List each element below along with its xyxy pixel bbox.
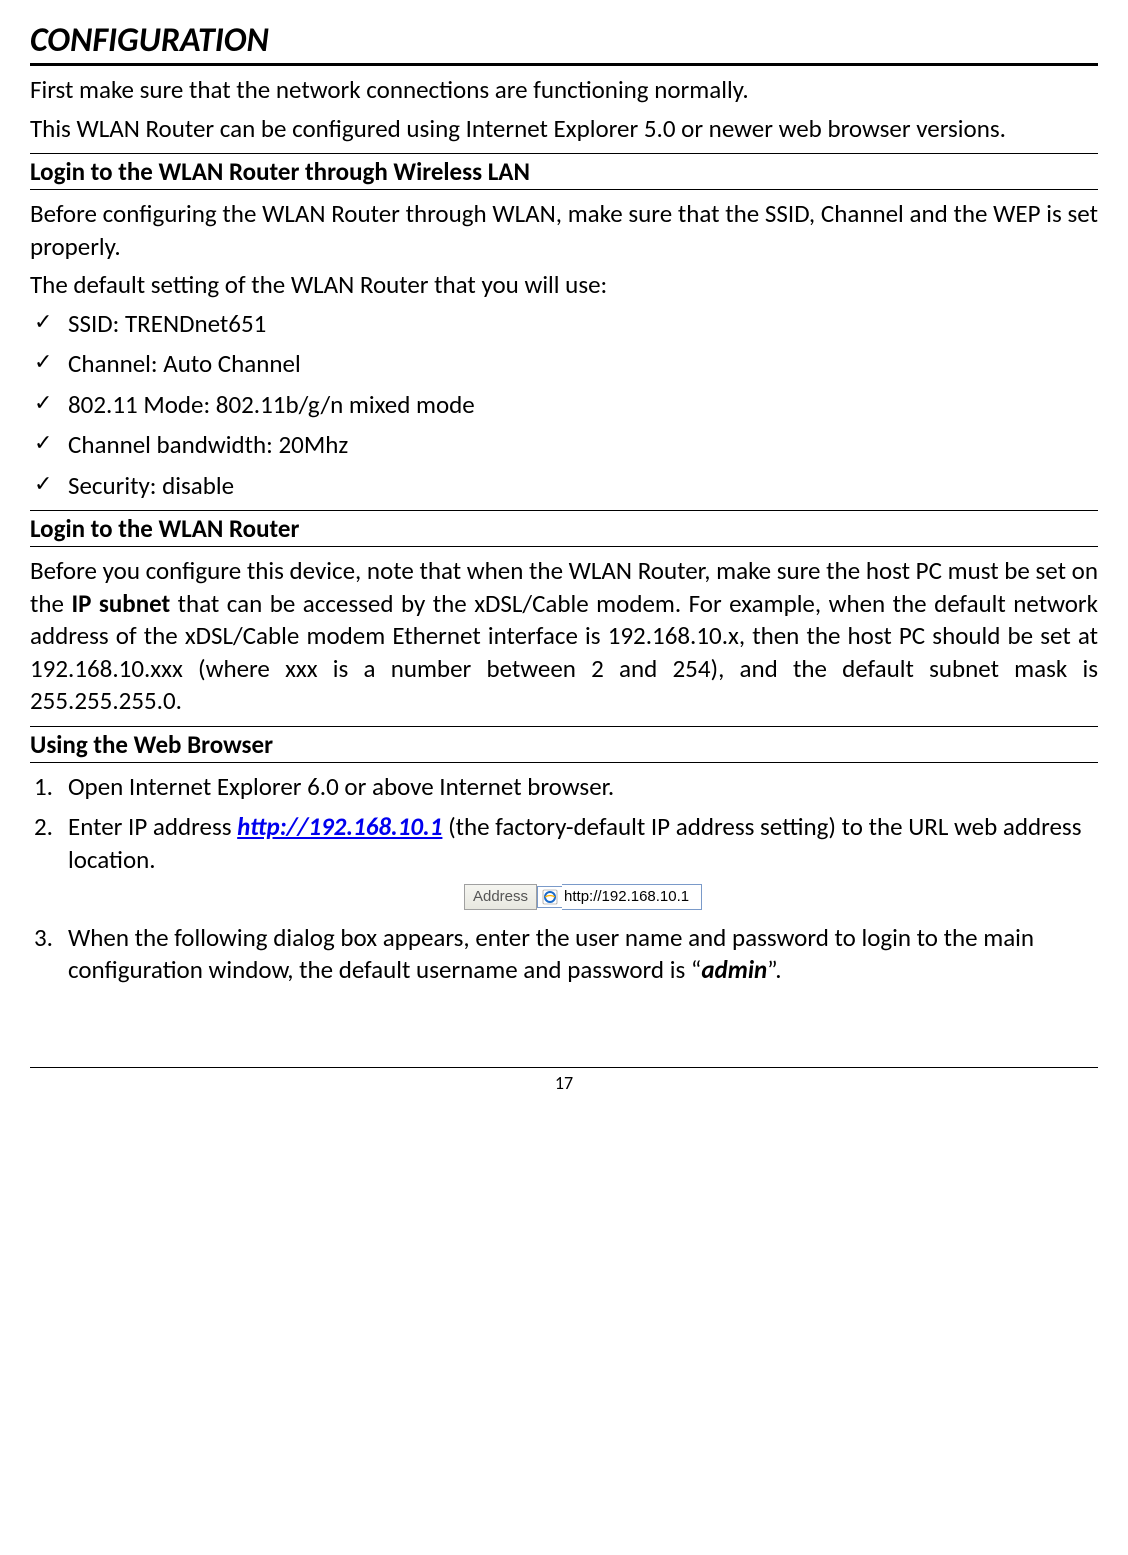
step-3-post: ”. bbox=[767, 954, 781, 985]
section-login-wlan: Login to the WLAN Router through Wireles… bbox=[30, 153, 1098, 502]
page-number: 17 bbox=[555, 1072, 573, 1094]
address-bar-image: Address http://192.168.10.1 bbox=[68, 884, 1098, 910]
ip-subnet-text-post: that can be accessed by the xDSL/Cable m… bbox=[30, 588, 1098, 717]
section-login-router: Login to the WLAN Router Before you conf… bbox=[30, 510, 1098, 718]
list-item: 802.11 Mode: 802.11b/g/n mixed mode bbox=[30, 389, 1098, 422]
step-3: When the following dialog box appears, e… bbox=[30, 922, 1098, 987]
ip-subnet-bold: IP subnet bbox=[71, 588, 170, 619]
address-bar: Address http://192.168.10.1 bbox=[464, 884, 702, 910]
list-item: Channel bandwidth: 20Mhz bbox=[30, 429, 1098, 462]
page-title: CONFIGURATION bbox=[30, 20, 1098, 66]
ip-subnet-paragraph: Before you configure this device, note t… bbox=[30, 555, 1098, 718]
page-footer: 17 bbox=[30, 1067, 1098, 1094]
list-item: Security: disable bbox=[30, 470, 1098, 503]
list-item: SSID: TRENDnet651 bbox=[30, 308, 1098, 341]
address-label: Address bbox=[464, 884, 537, 910]
section-heading-web-browser: Using the Web Browser bbox=[30, 729, 1098, 763]
address-url-text: http://192.168.10.1 bbox=[562, 884, 702, 910]
section-heading-login-router: Login to the WLAN Router bbox=[30, 513, 1098, 547]
list-item: Channel: Auto Channel bbox=[30, 348, 1098, 381]
section-heading-login-wlan: Login to the WLAN Router through Wireles… bbox=[30, 156, 1098, 190]
section-web-browser: Using the Web Browser Open Internet Expl… bbox=[30, 726, 1098, 987]
step-2-pre: Enter IP address bbox=[68, 811, 237, 842]
step-3-pre: When the following dialog box appears, e… bbox=[68, 922, 1034, 986]
intro-paragraph-2: This WLAN Router can be configured using… bbox=[30, 113, 1098, 146]
default-settings-list: SSID: TRENDnet651 Channel: Auto Channel … bbox=[30, 308, 1098, 503]
browser-steps-list: Open Internet Explorer 6.0 or above Inte… bbox=[30, 771, 1098, 987]
step-1: Open Internet Explorer 6.0 or above Inte… bbox=[30, 771, 1098, 804]
default-ip-link[interactable]: http://192.168.10.1 bbox=[237, 811, 442, 842]
wlan-defaults-intro: The default setting of the WLAN Router t… bbox=[30, 269, 1098, 302]
wlan-prereq-paragraph: Before configuring the WLAN Router throu… bbox=[30, 198, 1098, 263]
step-2: Enter IP address http://192.168.10.1 (th… bbox=[30, 811, 1098, 910]
ie-page-icon bbox=[537, 886, 562, 908]
admin-credential: admin bbox=[701, 954, 767, 985]
intro-paragraph-1: First make sure that the network connect… bbox=[30, 74, 1098, 107]
